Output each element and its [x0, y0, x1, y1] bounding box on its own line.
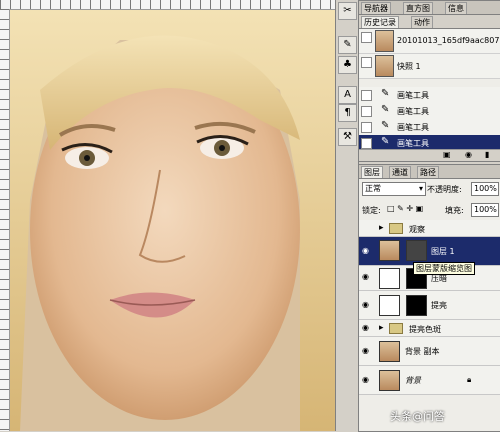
tab-history[interactable]: 历史记录 — [361, 16, 399, 28]
source-checkbox[interactable] — [361, 138, 372, 149]
layer-name: 提亮色斑 — [409, 325, 441, 334]
lock-icons[interactable]: □ ✎ ✛ ▣ — [387, 204, 423, 213]
brush-icon: ✎ — [381, 120, 390, 131]
history-tab-bar: 历史记录 动作 — [359, 15, 500, 29]
expand-arrow-icon[interactable]: ▸ — [379, 323, 384, 333]
folder-icon — [389, 223, 403, 234]
history-item-label: 画笔工具 — [397, 91, 429, 100]
panel-dock-toolbar: ✂ ✎ ♣ A ¶ ⚒ — [335, 0, 359, 431]
history-panel: 导航器 直方图 信息 历史记录 动作 20101013_165df9aac807… — [358, 0, 500, 162]
layers-tab-bar: 图层 通道 路径 — [359, 165, 500, 179]
opacity-input[interactable]: 100% — [471, 182, 499, 196]
fill-input[interactable]: 100% — [471, 203, 499, 217]
eye-icon[interactable]: ◉ — [362, 273, 372, 281]
eye-icon[interactable]: ◉ — [362, 376, 372, 384]
brush-icon: ✎ — [381, 104, 390, 115]
lock-icon: 🔒︎ — [467, 375, 472, 384]
eye-icon[interactable]: ◉ — [362, 347, 372, 355]
layer-name: 观察 — [409, 225, 425, 234]
chevron-down-icon: ▾ — [418, 184, 423, 193]
tab-layers[interactable]: 图层 — [361, 166, 383, 178]
history-item-label: 画笔工具 — [397, 123, 429, 132]
source-checkbox[interactable] — [361, 57, 372, 68]
layers-panel: 图层 通道 路径 正常 ▾ 不透明度: 100% 锁定: □ ✎ ✛ ▣ 填充:… — [358, 164, 500, 432]
blend-mode-value: 正常 — [365, 184, 381, 193]
brush-icon: ✎ — [381, 88, 390, 99]
horizontal-ruler — [0, 0, 335, 10]
history-list: 20101013_165df9aac807... 快照 1 ✎ 画笔工具 ✎ 画… — [359, 29, 500, 152]
history-item[interactable]: 20101013_165df9aac807... — [359, 29, 500, 54]
opacity-label: 不透明度: — [427, 185, 462, 194]
expand-arrow-icon[interactable]: ▸ — [379, 223, 384, 233]
tab-actions[interactable]: 动作 — [411, 16, 433, 28]
tab-navigator[interactable]: 导航器 — [361, 2, 391, 14]
top-tab-bar: 导航器 直方图 信息 — [359, 1, 500, 15]
source-checkbox[interactable] — [361, 106, 372, 117]
fill-label: 填充: — [445, 206, 464, 215]
mask-thumbnail[interactable] — [406, 295, 427, 316]
blend-mode-select[interactable]: 正常 ▾ — [362, 182, 426, 196]
tool-preset-icon[interactable]: ⚒ — [338, 128, 357, 146]
layer-name: 背景 副本 — [405, 347, 440, 356]
layer-thumbnail — [379, 370, 400, 391]
paragraph-icon[interactable]: ¶ — [338, 104, 357, 122]
tab-histogram[interactable]: 直方图 — [403, 2, 433, 14]
layer-row[interactable]: ◉ 背景 副本 — [359, 337, 500, 366]
tools-icon[interactable]: ✂ — [338, 2, 357, 20]
vertical-ruler — [0, 9, 10, 431]
document-canvas[interactable] — [0, 0, 335, 431]
layer-thumbnail — [379, 240, 400, 261]
history-button-bar: ▣ ◉ ▮ — [359, 149, 500, 161]
history-item-label: 快照 1 — [397, 62, 421, 71]
history-item-label: 画笔工具 — [397, 107, 429, 116]
tab-channels[interactable]: 通道 — [389, 166, 411, 178]
layer-row[interactable]: ◉ ▸ 提亮色斑 — [359, 320, 500, 337]
source-checkbox[interactable] — [361, 90, 372, 101]
layer-row[interactable]: ◉ 背景 🔒︎ — [359, 366, 500, 395]
brush-icon: ✎ — [381, 136, 390, 147]
tab-info[interactable]: 信息 — [445, 2, 467, 14]
mask-thumbnail[interactable] — [406, 240, 427, 261]
layer-name: 背景 — [405, 376, 421, 385]
snapshot-icon[interactable]: ◉ — [465, 150, 472, 159]
eye-icon[interactable]: ◉ — [362, 324, 372, 332]
layers-list: ▸ 观察 ◉ 图层 1 ◉ 压暗 ◉ 提亮 ◉ ▸ 提亮色斑 ◉ 背景 副本 ◉… — [359, 220, 500, 418]
history-item[interactable]: ✎ 画笔工具 — [359, 87, 500, 104]
layer-row[interactable]: ▸ 观察 — [359, 220, 500, 237]
source-checkbox[interactable] — [361, 32, 372, 43]
history-item-label: 画笔工具 — [397, 139, 429, 148]
lock-label: 锁定: — [362, 206, 381, 215]
trash-icon[interactable]: ▮ — [485, 150, 489, 159]
snapshot-thumbnail — [375, 55, 394, 77]
clone-stamp-icon[interactable]: ♣ — [338, 56, 357, 74]
history-item[interactable]: 快照 1 — [359, 54, 500, 79]
portrait-photo — [0, 0, 335, 431]
type-icon[interactable]: A — [338, 86, 357, 104]
history-item[interactable]: ✎ 画笔工具 — [359, 119, 500, 136]
tab-paths[interactable]: 路径 — [417, 166, 439, 178]
history-item-label: 20101013_165df9aac807... — [397, 36, 500, 45]
history-item[interactable]: ✎ 画笔工具 — [359, 103, 500, 120]
layer-row[interactable]: ◉ 提亮 — [359, 291, 500, 320]
curves-adjustment-icon — [379, 268, 400, 289]
source-checkbox[interactable] — [361, 122, 372, 133]
eye-icon[interactable]: ◉ — [362, 247, 372, 255]
curves-adjustment-icon — [379, 295, 400, 316]
brush-icon[interactable]: ✎ — [338, 36, 357, 54]
snapshot-thumbnail — [375, 30, 394, 52]
folder-icon — [389, 323, 403, 334]
layer-name: 图层 1 — [431, 247, 455, 256]
tooltip: 图层蒙版缩览图 — [413, 262, 475, 275]
watermark: 头条@问答 — [390, 410, 445, 423]
new-document-icon[interactable]: ▣ — [443, 150, 451, 159]
eye-icon[interactable]: ◉ — [362, 301, 372, 309]
layer-thumbnail — [379, 341, 400, 362]
layer-name: 提亮 — [431, 301, 447, 310]
